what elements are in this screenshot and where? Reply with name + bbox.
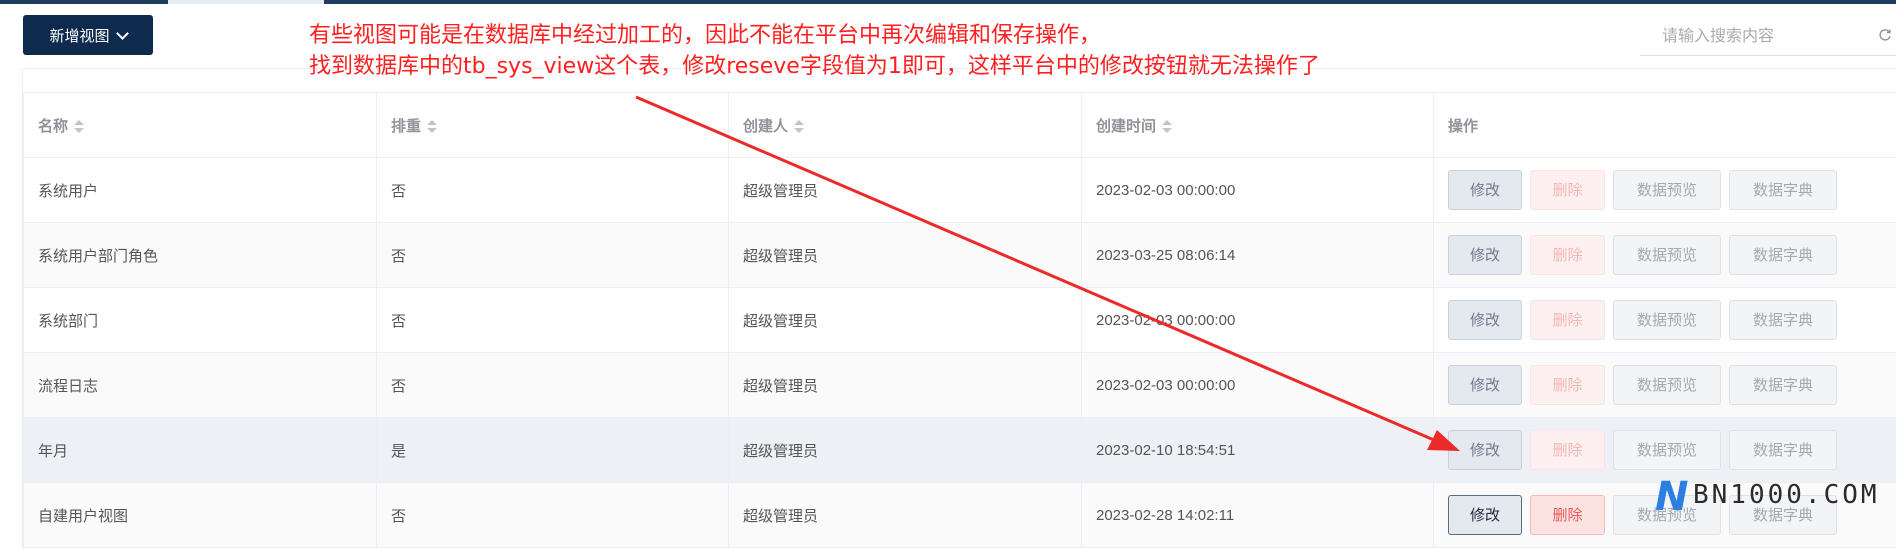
cell-creator: 超级管理员 bbox=[728, 287, 1082, 353]
cell-created-time: 2023-02-28 14:02:11 bbox=[1081, 482, 1434, 548]
data-preview-button[interactable]: 数据预览 bbox=[1613, 365, 1721, 405]
table-row: 系统部门 否 超级管理员 2023-02-03 00:00:00 修改 删除 数据预… bbox=[23, 287, 1896, 353]
add-view-label: 新增视图 bbox=[49, 27, 110, 45]
chevron-down-icon bbox=[115, 26, 129, 40]
column-header-creator[interactable]: 创建人 bbox=[728, 92, 1082, 158]
cell-operations: 修改 删除 数据预览 数据字典 bbox=[1433, 482, 1896, 548]
cell-created-time: 2023-02-03 00:00:00 bbox=[1081, 287, 1434, 353]
data-preview-button[interactable]: 数据预览 bbox=[1613, 300, 1721, 340]
cell-created-time: 2023-02-03 00:00:00 bbox=[1081, 352, 1434, 418]
cell-name: 系统部门 bbox=[23, 287, 377, 353]
cell-operations: 修改 删除 数据预览 数据字典 bbox=[1433, 352, 1896, 418]
annotation-line-2: 找到数据库中的tb_sys_view这个表，修改reseve字段值为1即可，这样… bbox=[309, 54, 1320, 79]
search-box[interactable] bbox=[1640, 18, 1896, 56]
cell-creator: 超级管理员 bbox=[728, 352, 1082, 418]
edit-button[interactable]: 修改 bbox=[1448, 235, 1522, 275]
data-dictionary-button[interactable]: 数据字典 bbox=[1729, 170, 1837, 210]
edit-button[interactable]: 修改 bbox=[1448, 430, 1522, 470]
data-dictionary-button[interactable]: 数据字典 bbox=[1729, 365, 1837, 405]
cell-weight: 否 bbox=[376, 157, 729, 223]
delete-button[interactable]: 删除 bbox=[1530, 365, 1605, 405]
table-row: 年月 是 超级管理员 2023-02-10 18:54:51 修改 删除 数据预览数… bbox=[23, 417, 1896, 483]
cell-weight: 否 bbox=[376, 352, 729, 418]
add-view-button[interactable]: 新增视图 bbox=[23, 15, 153, 55]
data-dictionary-button[interactable]: 数据字典 bbox=[1729, 300, 1837, 340]
cell-creator: 超级管理员 bbox=[728, 482, 1082, 548]
sort-icon[interactable] bbox=[794, 119, 805, 134]
cell-weight: 是 bbox=[376, 417, 729, 483]
delete-button[interactable]: 删除 bbox=[1530, 170, 1605, 210]
delete-button[interactable]: 删除 bbox=[1530, 495, 1605, 535]
cell-weight: 否 bbox=[376, 287, 729, 353]
cell-operations: 修改 删除 数据预览 数据字典 bbox=[1433, 222, 1896, 288]
data-preview-button[interactable]: 数据预览 bbox=[1613, 235, 1721, 275]
cell-creator: 超级管理员 bbox=[728, 417, 1082, 483]
cell-weight: 否 bbox=[376, 222, 729, 288]
edit-button[interactable]: 修改 bbox=[1448, 365, 1522, 405]
views-table: 名称 排重 创建人 创建时间 操作 系统用户 否 超级管理员 2023-02-0… bbox=[23, 92, 1896, 548]
annotation-line-1: 有些视图可能是在数据库中经过加工的，因此不能在平台中再次编辑和保存操作， bbox=[309, 23, 1102, 48]
column-header-weight[interactable]: 排重 bbox=[376, 92, 729, 158]
cell-operations: 修改 删除 数据预览 数据字典 bbox=[1433, 157, 1896, 223]
cell-name: 年月 bbox=[23, 417, 377, 483]
table-header-row: 名称 排重 创建人 创建时间 操作 bbox=[23, 92, 1896, 158]
sort-icon[interactable] bbox=[1162, 119, 1173, 134]
data-preview-button[interactable]: 数据预览 bbox=[1613, 430, 1721, 470]
cell-name: 自建用户视图 bbox=[23, 482, 377, 548]
cell-name: 流程日志 bbox=[23, 352, 377, 418]
column-header-name[interactable]: 名称 bbox=[23, 92, 377, 158]
edit-button[interactable]: 修改 bbox=[1448, 495, 1522, 535]
table-row: 自建用户视图 否 超级管理员 2023-02-28 14:02:11 修改 删除数… bbox=[23, 482, 1896, 548]
annotation-text: 有些视图可能是在数据库中经过加工的，因此不能在平台中再次编辑和保存操作， 找到数… bbox=[309, 20, 1320, 82]
table-row: 系统用户 否 超级管理员 2023-02-03 00:00:00 修改 删除 数据预… bbox=[23, 157, 1896, 223]
cell-operations: 修改 删除 数据预览 数据字典 bbox=[1433, 417, 1896, 483]
cell-creator: 超级管理员 bbox=[728, 157, 1082, 223]
edit-button[interactable]: 修改 bbox=[1448, 300, 1522, 340]
top-nav-active-tab[interactable] bbox=[168, 0, 324, 4]
data-dictionary-button[interactable]: 数据字典 bbox=[1729, 235, 1837, 275]
sort-icon[interactable] bbox=[427, 119, 438, 134]
table-row: 系统用户部门角色 否 超级管理员 2023-03-25 08:06:14 修改删… bbox=[23, 222, 1896, 288]
data-preview-button[interactable]: 数据预览 bbox=[1613, 495, 1721, 535]
cell-created-time: 2023-02-10 18:54:51 bbox=[1081, 417, 1434, 483]
delete-button[interactable]: 删除 bbox=[1530, 235, 1605, 275]
cell-created-time: 2023-03-25 08:06:14 bbox=[1081, 222, 1434, 288]
refresh-icon[interactable] bbox=[1878, 28, 1892, 42]
cell-name: 系统用户 bbox=[23, 157, 377, 223]
column-header-created-time[interactable]: 创建时间 bbox=[1081, 92, 1434, 158]
cell-creator: 超级管理员 bbox=[728, 222, 1082, 288]
table-row: 流程日志 否 超级管理员 2023-02-03 00:00:00 修改 删除 数据预… bbox=[23, 352, 1896, 418]
column-header-operations: 操作 bbox=[1433, 92, 1896, 158]
delete-button[interactable]: 删除 bbox=[1530, 300, 1605, 340]
edit-button[interactable]: 修改 bbox=[1448, 170, 1522, 210]
data-dictionary-button[interactable]: 数据字典 bbox=[1729, 495, 1837, 535]
data-preview-button[interactable]: 数据预览 bbox=[1613, 170, 1721, 210]
delete-button[interactable]: 删除 bbox=[1530, 430, 1605, 470]
cell-operations: 修改 删除 数据预览 数据字典 bbox=[1433, 287, 1896, 353]
sort-icon[interactable] bbox=[74, 119, 85, 134]
cell-created-time: 2023-02-03 00:00:00 bbox=[1081, 157, 1434, 223]
search-input[interactable] bbox=[1640, 26, 1884, 47]
cell-name: 系统用户部门角色 bbox=[23, 222, 377, 288]
cell-weight: 否 bbox=[376, 482, 729, 548]
data-dictionary-button[interactable]: 数据字典 bbox=[1729, 430, 1837, 470]
